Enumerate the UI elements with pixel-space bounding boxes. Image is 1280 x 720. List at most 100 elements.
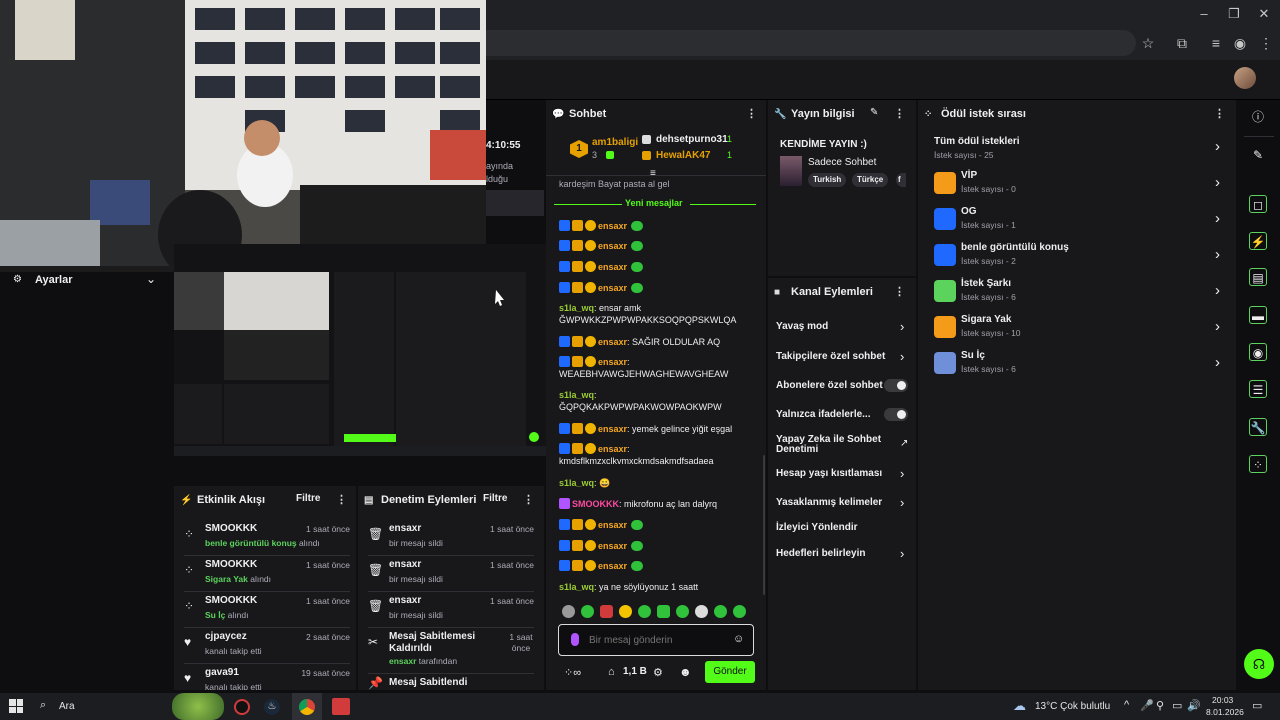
avatar[interactable] [1234,67,1256,89]
action-ai-moderation[interactable]: Yapay Zeka ile Sohbet Denetimi [776,435,886,455]
chat-message[interactable]: ensaxr [559,261,759,273]
close-window-button[interactable]: ✕ [1256,6,1272,22]
channel-actions-menu-icon[interactable]: ⋮ [894,285,905,299]
tag[interactable]: f [896,173,906,187]
reward-row[interactable]: VİP İstek sayısı - 0 › [934,168,1224,200]
settings-row[interactable]: ⚙ Ayarlar ⌄ [0,272,172,290]
extensions-icon[interactable]: ⧉ [1172,33,1192,53]
rewards-icon[interactable]: ⁘ [1249,455,1267,473]
reward-row[interactable]: Sigara Yak İstek sayısı - 10 › [934,312,1224,344]
chat-username[interactable]: ensaxr [598,561,627,571]
location-icon[interactable]: ⚲ [1156,699,1164,712]
action-host-redirect[interactable]: İzleyici Yönlendir [776,522,908,533]
chat-username[interactable]: ensaxr [598,424,627,434]
chat-input-box[interactable]: ☺ [558,624,754,656]
chevron-right-icon[interactable]: › [900,496,908,509]
broadcast-icon[interactable]: ◉ [1249,343,1267,361]
action-slow-mode[interactable]: Yavaş mod [776,321,908,332]
modlog-item[interactable]: ✂ Mesaj Sabitlemesi Kaldırıldı 1 saat ön… [368,629,534,669]
chat-message[interactable]: ensaxr [559,282,759,294]
chat-message[interactable]: ensaxr: kmdsflkmzxclkvmxckmdsakmdfsadaea [559,443,759,467]
chevron-right-icon[interactable]: › [900,547,908,560]
weather-text[interactable]: 13°C Çok bulutlu [1035,701,1110,712]
notifications-icon[interactable]: ▭ [1252,699,1262,712]
chevron-right-icon[interactable]: › [900,467,908,480]
emote[interactable] [638,605,651,618]
support-headset-icon[interactable]: ☊ [1244,649,1274,679]
chat-message[interactable]: ensaxr [559,220,759,232]
steam-icon[interactable]: ♨ [264,699,280,715]
chat-message[interactable]: ensaxr [559,240,759,252]
emote[interactable] [714,605,727,618]
chrome-icon[interactable] [299,699,315,715]
bookmark-star-icon[interactable]: ☆ [1138,33,1158,53]
emote[interactable] [581,605,594,618]
reward-all-row[interactable]: Tüm ödül istekleri İstek sayısı - 25 › [934,132,1224,164]
modlog-item[interactable]: 🗑 ensaxr 1 saat önce bir mesajı sildi [368,521,534,555]
emote-picker-icon[interactable]: ☻ [679,665,692,679]
chevron-right-icon[interactable]: › [900,320,908,333]
emote[interactable] [562,605,575,618]
leader-name[interactable]: am1baligi [592,137,638,148]
chat-message[interactable]: s1la_wq: 😀 [559,477,759,489]
chat-username[interactable]: ensaxr [598,444,627,454]
activity-item[interactable]: ⁘ SMOOKKK 1 saat önce Su İç alındı [184,593,350,627]
emote-only-toggle[interactable] [884,408,908,421]
emoji-icon[interactable]: ☺ [733,633,744,645]
modlog-menu-icon[interactable]: ⋮ [523,493,534,507]
chat-username[interactable]: s1la_wq [559,478,594,488]
points-infinite-icon[interactable]: ⁘∞ [564,666,581,679]
chat-message[interactable]: ensaxr: yemek gelince yiğit eşgal [559,423,759,435]
obs-icon[interactable] [234,699,250,715]
chat-settings-gear-icon[interactable]: ⚙ [653,666,663,679]
media-app-icon[interactable] [332,698,350,715]
clock-time[interactable]: 20:03 [1212,695,1233,705]
send-button[interactable]: Gönder [705,661,755,683]
activity-item[interactable]: ⁘ SMOOKKK 1 saat önce Sigara Yak alındı [184,557,350,591]
volume-icon[interactable]: 🔊 [1187,699,1201,712]
chat-username[interactable]: ensaxr [598,241,627,251]
notes-icon[interactable]: ▤ [1249,268,1267,286]
chat-username[interactable]: s1la_wq [559,582,594,592]
action-banned-words[interactable]: Yasaklanmış kelimeler [776,497,908,508]
chat-message[interactable]: ensaxr [559,540,759,552]
external-link-icon[interactable]: ↗ [900,438,908,450]
emote[interactable] [619,605,632,618]
chat-message[interactable]: s1la_wq: ensar amk ĞWPWKKZPWPWPAKKSOQPQP… [559,302,759,326]
chat-username[interactable]: ensaxr [598,221,627,231]
chat-username[interactable]: ensaxr [598,357,627,367]
chat-message[interactable]: ensaxr [559,519,759,531]
profile-flag-icon[interactable]: ◉ [1230,33,1250,53]
microphone-tray-icon[interactable]: 🎤 [1140,699,1154,712]
reading-list-icon[interactable]: ≡ [1206,33,1226,53]
search-highlight-image[interactable] [172,693,224,720]
activity-menu-icon[interactable]: ⋮ [336,493,347,507]
emote[interactable] [733,605,746,618]
chat-message[interactable]: s1la_wq: ĞQPQKAKPWPWPAKWOWPAOKWPW [559,389,759,413]
tag[interactable]: Turkish [808,173,847,187]
chat-message[interactable]: ensaxr: WEAEBHVAWGJEHWAGHEWAVGHEAW [559,356,759,380]
chat-message[interactable]: ensaxr [559,560,759,572]
action-account-age[interactable]: Hesap yaşı kısıtlaması [776,468,908,479]
activity-item[interactable]: ♥ cjpaycez 2 saat önce kanalı takip etti [184,629,350,663]
tag[interactable]: Türkçe [852,173,889,187]
windows-start-icon[interactable] [9,699,23,713]
microphone-icon[interactable] [571,633,579,646]
chat-username[interactable]: ensaxr [598,262,627,272]
chat-username[interactable]: ensaxr [598,283,627,293]
chat-username[interactable]: s1la_wq [559,303,594,313]
store-icon[interactable]: ⌂ [608,666,615,678]
chat-menu-icon[interactable]: ⋮ [746,107,757,121]
wrench-icon[interactable]: 🔧 [1249,418,1267,436]
emote[interactable] [657,605,670,618]
leader-name-3[interactable]: HewalAK47 [656,150,710,161]
lightning-icon[interactable]: ⚡ [1249,232,1267,250]
chat-username[interactable]: ensaxr [598,541,627,551]
chat-input[interactable] [589,632,729,648]
info-icon[interactable]: ⓘ [1249,108,1267,126]
chat-username[interactable]: s1la_wq [559,390,594,400]
subscribers-only-toggle[interactable] [884,379,908,392]
modlog-filter-button[interactable]: Filtre [483,493,507,504]
reward-row[interactable]: İstek Şarkı İstek sayısı - 6 › [934,276,1224,308]
minimize-button[interactable]: – [1196,6,1212,22]
